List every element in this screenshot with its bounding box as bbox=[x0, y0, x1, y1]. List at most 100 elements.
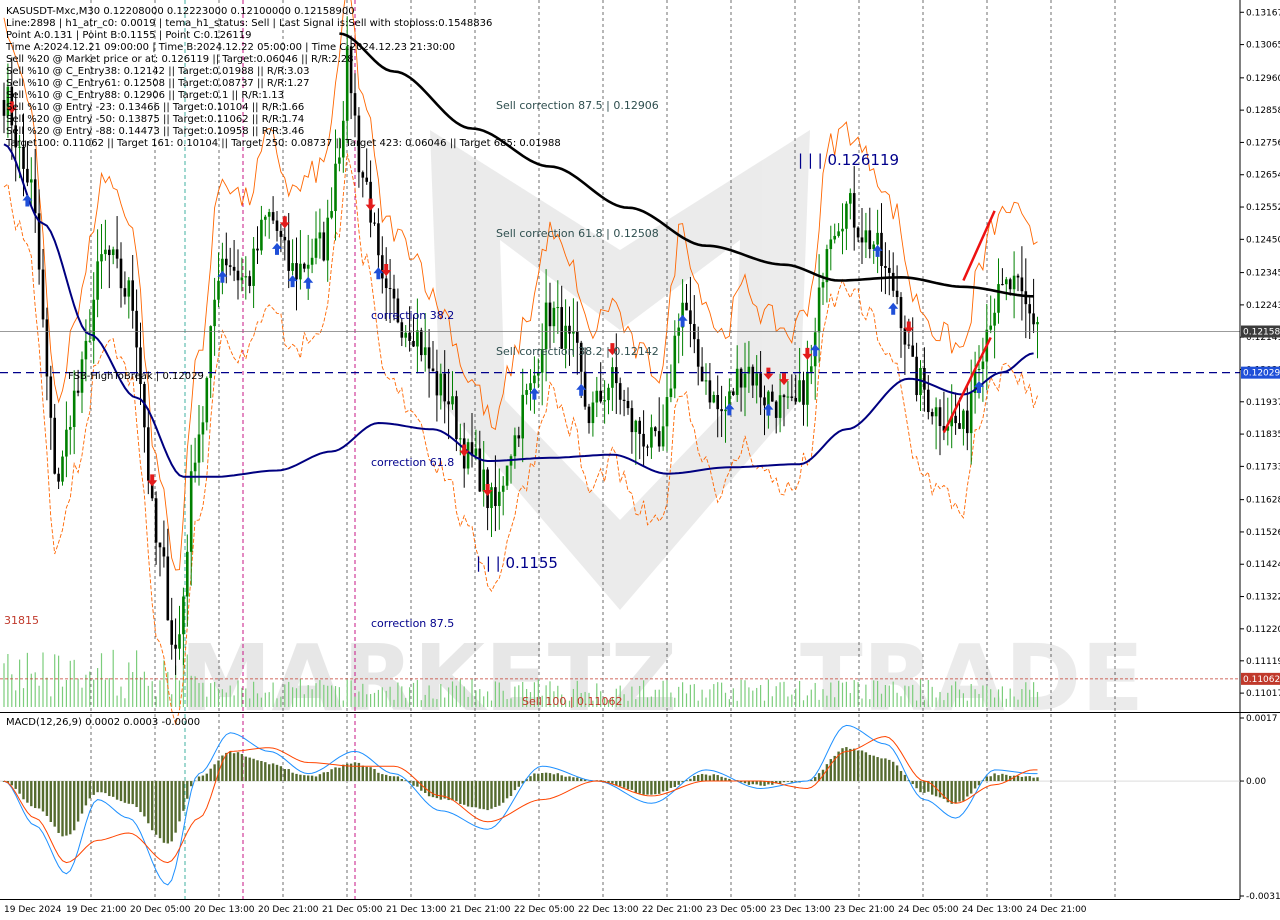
candle-body bbox=[45, 319, 49, 377]
price-tick-label: 0.11835 bbox=[1246, 430, 1280, 440]
candle-body bbox=[806, 371, 809, 405]
candle-body bbox=[84, 340, 88, 360]
candle-body bbox=[732, 391, 735, 395]
time-label: 22 Dec 21:00 bbox=[642, 905, 703, 915]
candle-body bbox=[439, 373, 443, 396]
price-tick-label: 0.13065 bbox=[1246, 41, 1280, 51]
candle-body bbox=[466, 442, 470, 469]
candle-body bbox=[958, 423, 961, 429]
candle-body bbox=[544, 302, 548, 350]
candle-body bbox=[1001, 284, 1004, 286]
candle-body bbox=[498, 491, 501, 507]
time-label: 21 Dec 05:00 bbox=[322, 905, 383, 915]
candle-body bbox=[338, 157, 341, 164]
candle-body bbox=[420, 330, 423, 356]
candle-body bbox=[751, 366, 755, 386]
candle-body bbox=[232, 266, 236, 271]
candle-body bbox=[474, 448, 478, 456]
price-tick-label: 0.12450 bbox=[1246, 235, 1280, 245]
symbol-line: KASUSDT-Mxc,M30 0.12208000 0.12223000 0.… bbox=[6, 6, 355, 17]
candle-body bbox=[568, 325, 571, 334]
candle-body bbox=[876, 232, 879, 245]
candle-body bbox=[700, 366, 704, 382]
candle-body bbox=[248, 276, 251, 286]
candle-body bbox=[771, 391, 774, 402]
candle-body bbox=[954, 415, 957, 424]
time-label: 21 Dec 13:00 bbox=[386, 905, 447, 915]
info-line-11: Target100: 0.11062 || Target 161: 0.1010… bbox=[5, 138, 561, 149]
info-line-1: Line:2898 | h1_atr_c0: 0.0019 | tema_h1_… bbox=[6, 18, 492, 29]
time-label: 19 Dec 21:00 bbox=[66, 905, 127, 915]
macd-panel-bg bbox=[0, 713, 1240, 899]
info-line-9: Sell %20 @ Entry -50: 0.13875 || Target:… bbox=[6, 114, 304, 125]
candle-body bbox=[162, 547, 166, 557]
candle-body bbox=[264, 216, 267, 220]
candle-body bbox=[794, 397, 797, 402]
candle-body bbox=[451, 396, 454, 405]
candle-body bbox=[810, 366, 813, 372]
candle-body bbox=[197, 434, 201, 463]
candle-body bbox=[845, 203, 848, 229]
candle-body bbox=[260, 219, 263, 251]
info-line-7: Sell %10 @ C_Entry88: 0.12906 || Target:… bbox=[6, 90, 284, 101]
price-tick-label: 0.12960 bbox=[1246, 74, 1280, 84]
candle-body bbox=[849, 193, 852, 204]
candle-body bbox=[96, 261, 99, 300]
candle-body bbox=[111, 249, 115, 256]
time-label: 23 Dec 21:00 bbox=[834, 905, 895, 915]
price-tick-label: 0.12756 bbox=[1246, 138, 1280, 148]
candle-body bbox=[860, 237, 864, 243]
candle-body bbox=[708, 380, 712, 403]
candle-body bbox=[1032, 313, 1035, 325]
candle-body bbox=[123, 288, 127, 297]
point-b-label: | | | 0.1155 bbox=[476, 554, 558, 572]
candle-body bbox=[638, 420, 641, 434]
candle-body bbox=[650, 427, 653, 448]
candle-body bbox=[786, 396, 790, 398]
candle-body bbox=[186, 551, 189, 597]
candle-body bbox=[712, 395, 716, 403]
time-label: 22 Dec 13:00 bbox=[578, 905, 639, 915]
candle-body bbox=[361, 172, 365, 178]
candle-body bbox=[997, 284, 1000, 313]
sell-correction-382-label: Sell correction 38.2 | 0.12142 bbox=[496, 345, 659, 358]
price-tick-label: 0.11937 bbox=[1246, 398, 1280, 408]
candle-body bbox=[408, 332, 411, 341]
price-tick-label: 0.11733 bbox=[1246, 462, 1280, 472]
candle-body bbox=[829, 239, 833, 250]
info-line-2: Point A:0.131 | Point B:0.1155 | Point C… bbox=[6, 30, 251, 41]
candle-body bbox=[388, 288, 392, 290]
candle-body bbox=[447, 401, 450, 405]
candle-body bbox=[938, 407, 942, 427]
candle-body bbox=[868, 230, 872, 250]
candle-body bbox=[303, 263, 306, 269]
macd-label: MACD(12,26,9) 0.0002 0.0003 -0.0000 bbox=[6, 717, 200, 728]
price-tag-label: 0.12158 bbox=[1243, 328, 1280, 338]
candle-body bbox=[240, 277, 244, 281]
candle-body bbox=[1036, 322, 1039, 325]
candle-body bbox=[802, 380, 805, 405]
candle-body bbox=[455, 396, 458, 440]
candle-body bbox=[61, 456, 64, 482]
candle-body bbox=[735, 368, 739, 395]
candle-body bbox=[127, 280, 131, 297]
candle-body bbox=[314, 238, 318, 258]
candle-body bbox=[279, 230, 283, 237]
candle-body bbox=[966, 410, 969, 434]
candle-body bbox=[252, 248, 255, 286]
candle-body bbox=[1012, 275, 1016, 290]
candle-body bbox=[895, 290, 899, 298]
candle-body bbox=[158, 542, 162, 548]
candle-body bbox=[856, 227, 860, 238]
candle-body bbox=[899, 297, 903, 329]
candle-body bbox=[353, 93, 357, 116]
candle-body bbox=[661, 426, 665, 447]
candle-body bbox=[431, 368, 435, 372]
candle-body bbox=[903, 328, 907, 345]
candle-body bbox=[778, 395, 782, 418]
price-tick-label: 0.12552 bbox=[1246, 203, 1280, 213]
candle-body bbox=[435, 371, 439, 396]
price-tick-label: 0.12858 bbox=[1246, 106, 1280, 116]
candle-body bbox=[41, 269, 45, 320]
info-line-5: Sell %10 @ C_Entry38: 0.12142 || Target:… bbox=[6, 66, 309, 77]
